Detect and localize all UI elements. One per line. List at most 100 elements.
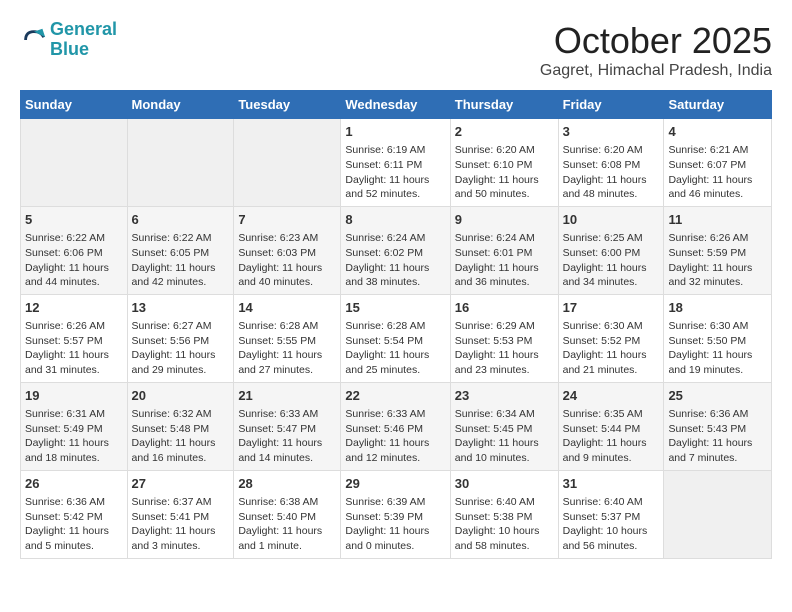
- calendar-cell: 10 Sunrise: 6:25 AM Sunset: 6:00 PM Dayli…: [558, 206, 664, 294]
- week-row-1: 1Sunrise: 6:19 AM Sunset: 6:11 PM Daylig…: [21, 119, 772, 207]
- day-number: 29: [345, 475, 445, 493]
- calendar-cell: 26 Sunrise: 6:36 AM Sunset: 5:42 PM Dayli…: [21, 470, 128, 558]
- day-info: Sunrise: 6:40 AM Sunset: 5:37 PM Dayligh…: [563, 495, 660, 554]
- day-info: Sunrise: 6:27 AM Sunset: 5:56 PM Dayligh…: [132, 319, 230, 378]
- day-info: Sunrise: 6:28 AM Sunset: 5:54 PM Dayligh…: [345, 319, 445, 378]
- week-row-2: 5 Sunrise: 6:22 AM Sunset: 6:06 PM Daylig…: [21, 206, 772, 294]
- day-info: Sunrise: 6:25 AM Sunset: 6:00 PM Dayligh…: [563, 231, 660, 290]
- day-number: 23: [455, 387, 554, 405]
- day-info: Sunrise: 6:33 AM Sunset: 5:46 PM Dayligh…: [345, 407, 445, 466]
- calendar-cell: 25Sunrise: 6:36 AM Sunset: 5:43 PM Dayli…: [664, 382, 772, 470]
- calendar-cell: 14 Sunrise: 6:28 AM Sunset: 5:55 PM Dayli…: [234, 294, 341, 382]
- day-info: Sunrise: 6:36 AM Sunset: 5:43 PM Dayligh…: [668, 407, 767, 466]
- calendar-cell: 28 Sunrise: 6:38 AM Sunset: 5:40 PM Dayli…: [234, 470, 341, 558]
- day-number: 16: [455, 299, 554, 317]
- day-info: Sunrise: 6:34 AM Sunset: 5:45 PM Dayligh…: [455, 407, 554, 466]
- weekday-header-sunday: Sunday: [21, 91, 128, 119]
- calendar-cell: 3 Sunrise: 6:20 AM Sunset: 6:08 PM Daylig…: [558, 119, 664, 207]
- calendar-cell: 5 Sunrise: 6:22 AM Sunset: 6:06 PM Daylig…: [21, 206, 128, 294]
- calendar-cell: 19 Sunrise: 6:31 AM Sunset: 5:49 PM Dayli…: [21, 382, 128, 470]
- day-info: Sunrise: 6:23 AM Sunset: 6:03 PM Dayligh…: [238, 231, 336, 290]
- day-number: 5: [25, 211, 123, 229]
- calendar-cell: 20 Sunrise: 6:32 AM Sunset: 5:48 PM Dayli…: [127, 382, 234, 470]
- day-info: Sunrise: 6:37 AM Sunset: 5:41 PM Dayligh…: [132, 495, 230, 554]
- calendar-table: SundayMondayTuesdayWednesdayThursdayFrid…: [20, 90, 772, 559]
- logo: GeneralBlue: [20, 20, 117, 60]
- day-info: Sunrise: 6:30 AM Sunset: 5:52 PM Dayligh…: [563, 319, 660, 378]
- calendar-cell: [234, 119, 341, 207]
- day-number: 3: [563, 123, 660, 141]
- day-number: 4: [668, 123, 767, 141]
- calendar-cell: [21, 119, 128, 207]
- calendar-cell: 2 Sunrise: 6:20 AM Sunset: 6:10 PM Daylig…: [450, 119, 558, 207]
- day-number: 14: [238, 299, 336, 317]
- day-info: Sunrise: 6:28 AM Sunset: 5:55 PM Dayligh…: [238, 319, 336, 378]
- day-number: 28: [238, 475, 336, 493]
- day-number: 31: [563, 475, 660, 493]
- day-number: 19: [25, 387, 123, 405]
- calendar-cell: 9Sunrise: 6:24 AM Sunset: 6:01 PM Daylig…: [450, 206, 558, 294]
- calendar-cell: 21 Sunrise: 6:33 AM Sunset: 5:47 PM Dayli…: [234, 382, 341, 470]
- weekday-header-monday: Monday: [127, 91, 234, 119]
- logo-text: GeneralBlue: [50, 20, 117, 60]
- day-info: Sunrise: 6:20 AM Sunset: 6:10 PM Dayligh…: [455, 143, 554, 202]
- month-title: October 2025: [540, 20, 772, 62]
- week-row-4: 19 Sunrise: 6:31 AM Sunset: 5:49 PM Dayli…: [21, 382, 772, 470]
- calendar-cell: 16Sunrise: 6:29 AM Sunset: 5:53 PM Dayli…: [450, 294, 558, 382]
- day-number: 11: [668, 211, 767, 229]
- day-info: Sunrise: 6:19 AM Sunset: 6:11 PM Dayligh…: [345, 143, 445, 202]
- day-info: Sunrise: 6:33 AM Sunset: 5:47 PM Dayligh…: [238, 407, 336, 466]
- weekday-header-row: SundayMondayTuesdayWednesdayThursdayFrid…: [21, 91, 772, 119]
- day-number: 20: [132, 387, 230, 405]
- calendar-cell: 27 Sunrise: 6:37 AM Sunset: 5:41 PM Dayli…: [127, 470, 234, 558]
- day-number: 30: [455, 475, 554, 493]
- day-number: 10: [563, 211, 660, 229]
- day-info: Sunrise: 6:40 AM Sunset: 5:38 PM Dayligh…: [455, 495, 554, 554]
- day-number: 9: [455, 211, 554, 229]
- day-info: Sunrise: 6:26 AM Sunset: 5:59 PM Dayligh…: [668, 231, 767, 290]
- day-number: 17: [563, 299, 660, 317]
- day-info: Sunrise: 6:31 AM Sunset: 5:49 PM Dayligh…: [25, 407, 123, 466]
- page-header: GeneralBlue October 2025 Gagret, Himacha…: [20, 20, 772, 80]
- day-info: Sunrise: 6:22 AM Sunset: 6:06 PM Dayligh…: [25, 231, 123, 290]
- day-number: 15: [345, 299, 445, 317]
- calendar-cell: 30 Sunrise: 6:40 AM Sunset: 5:38 PM Dayli…: [450, 470, 558, 558]
- day-number: 2: [455, 123, 554, 141]
- calendar-cell: 7 Sunrise: 6:23 AM Sunset: 6:03 PM Daylig…: [234, 206, 341, 294]
- location-subtitle: Gagret, Himachal Pradesh, India: [540, 62, 772, 80]
- calendar-cell: 29Sunrise: 6:39 AM Sunset: 5:39 PM Dayli…: [341, 470, 450, 558]
- weekday-header-wednesday: Wednesday: [341, 91, 450, 119]
- day-number: 21: [238, 387, 336, 405]
- calendar-cell: 22 Sunrise: 6:33 AM Sunset: 5:46 PM Dayli…: [341, 382, 450, 470]
- day-number: 26: [25, 475, 123, 493]
- calendar-cell: 11 Sunrise: 6:26 AM Sunset: 5:59 PM Dayli…: [664, 206, 772, 294]
- day-info: Sunrise: 6:36 AM Sunset: 5:42 PM Dayligh…: [25, 495, 123, 554]
- calendar-cell: 15 Sunrise: 6:28 AM Sunset: 5:54 PM Dayli…: [341, 294, 450, 382]
- weekday-header-thursday: Thursday: [450, 91, 558, 119]
- day-info: Sunrise: 6:32 AM Sunset: 5:48 PM Dayligh…: [132, 407, 230, 466]
- calendar-cell: 8 Sunrise: 6:24 AM Sunset: 6:02 PM Daylig…: [341, 206, 450, 294]
- day-number: 8: [345, 211, 445, 229]
- calendar-cell: 18 Sunrise: 6:30 AM Sunset: 5:50 PM Dayli…: [664, 294, 772, 382]
- weekday-header-tuesday: Tuesday: [234, 91, 341, 119]
- calendar-cell: 6Sunrise: 6:22 AM Sunset: 6:05 PM Daylig…: [127, 206, 234, 294]
- day-number: 22: [345, 387, 445, 405]
- calendar-cell: 31 Sunrise: 6:40 AM Sunset: 5:37 PM Dayli…: [558, 470, 664, 558]
- weekday-header-saturday: Saturday: [664, 91, 772, 119]
- day-info: Sunrise: 6:24 AM Sunset: 6:02 PM Dayligh…: [345, 231, 445, 290]
- day-info: Sunrise: 6:30 AM Sunset: 5:50 PM Dayligh…: [668, 319, 767, 378]
- day-number: 13: [132, 299, 230, 317]
- day-info: Sunrise: 6:38 AM Sunset: 5:40 PM Dayligh…: [238, 495, 336, 554]
- day-number: 27: [132, 475, 230, 493]
- day-info: Sunrise: 6:22 AM Sunset: 6:05 PM Dayligh…: [132, 231, 230, 290]
- week-row-3: 12Sunrise: 6:26 AM Sunset: 5:57 PM Dayli…: [21, 294, 772, 382]
- calendar-cell: 13 Sunrise: 6:27 AM Sunset: 5:56 PM Dayli…: [127, 294, 234, 382]
- day-info: Sunrise: 6:35 AM Sunset: 5:44 PM Dayligh…: [563, 407, 660, 466]
- day-info: Sunrise: 6:21 AM Sunset: 6:07 PM Dayligh…: [668, 143, 767, 202]
- day-info: Sunrise: 6:20 AM Sunset: 6:08 PM Dayligh…: [563, 143, 660, 202]
- calendar-cell: 17 Sunrise: 6:30 AM Sunset: 5:52 PM Dayli…: [558, 294, 664, 382]
- day-number: 18: [668, 299, 767, 317]
- day-info: Sunrise: 6:26 AM Sunset: 5:57 PM Dayligh…: [25, 319, 123, 378]
- title-block: October 2025 Gagret, Himachal Pradesh, I…: [540, 20, 772, 80]
- day-number: 7: [238, 211, 336, 229]
